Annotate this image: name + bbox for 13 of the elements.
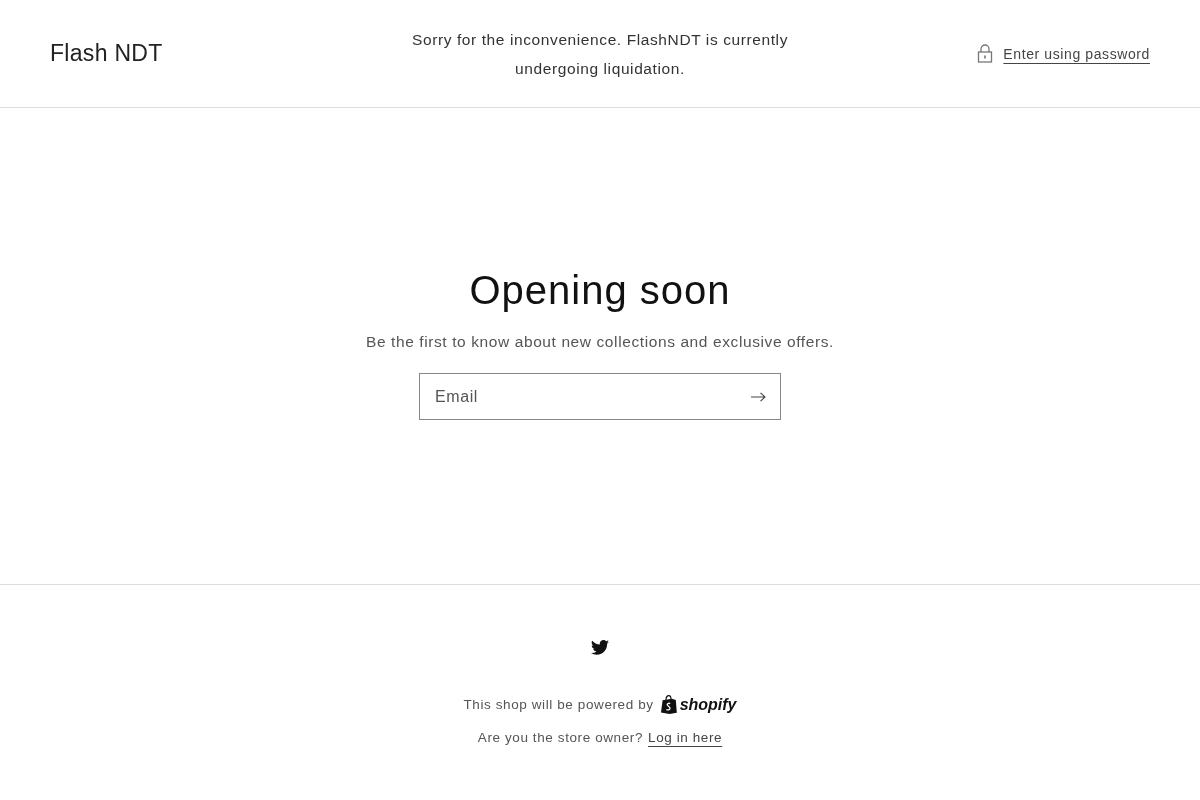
owner-question: Are you the store owner? (477, 730, 644, 745)
arrow-icon (750, 391, 766, 402)
subheading: Be the first to know about new collections and exclusive offers. (365, 333, 834, 351)
email-field[interactable]: Email (419, 373, 781, 420)
login-link[interactable]: Log in here (648, 730, 723, 745)
announcement-text: Sorry for the inconvenience. FlashNDT is currently undergoing liquidation. (411, 29, 789, 79)
lock-icon (977, 44, 994, 63)
shopify-logo[interactable]: shopify (659, 695, 737, 714)
heading: Opening soon (469, 268, 731, 313)
twitter-icon[interactable] (591, 640, 609, 655)
password-link[interactable]: Enter using password (1003, 45, 1150, 62)
store-name: Flash NDT (50, 40, 163, 67)
powered-by-text: This shop will be powered by (463, 697, 654, 712)
